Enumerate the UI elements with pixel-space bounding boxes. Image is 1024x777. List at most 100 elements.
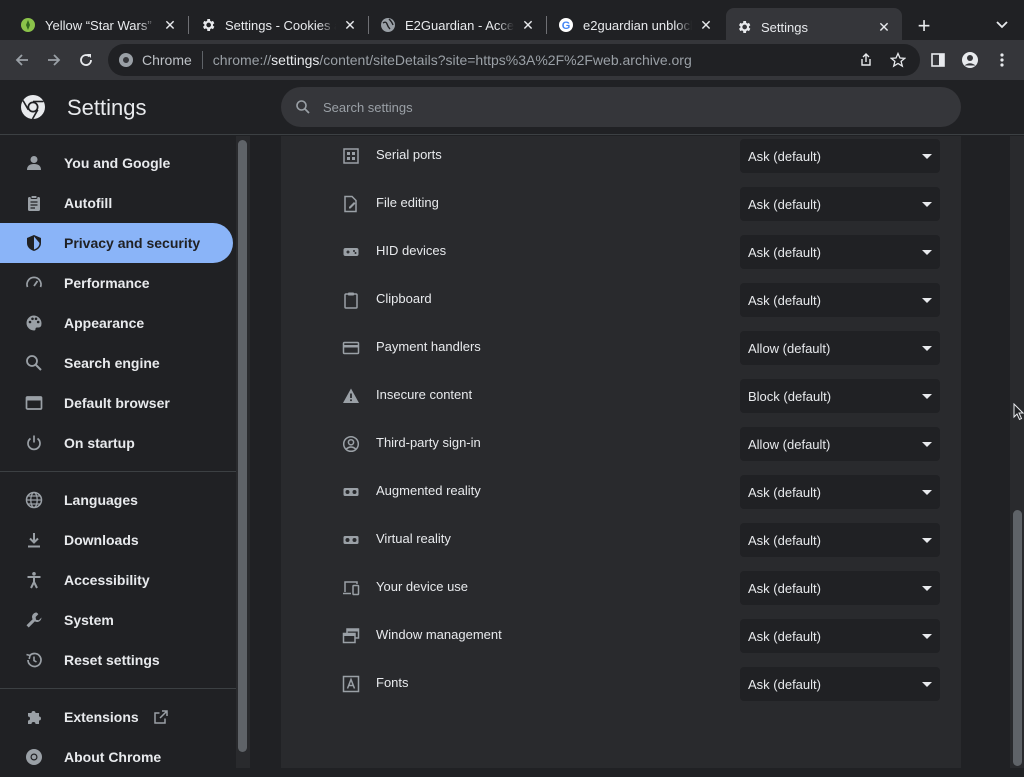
permission-value: Ask (default) [748,484,821,500]
mouse-cursor-icon [1013,403,1024,421]
sidebar-item-label: Search engine [64,355,160,371]
payment-handlers-select[interactable]: Allow (default) [740,331,940,365]
svg-text:G: G [562,20,571,32]
sidebar-item-label: Downloads [64,532,139,548]
sidebar-item-performance[interactable]: Performance [0,263,233,303]
sidebar-item-system[interactable]: System [0,600,233,640]
permission-label: Window management [376,627,502,642]
third-party-sign-in-select[interactable]: Allow (default) [740,427,940,461]
sidebar-scrollbar-thumb[interactable] [238,140,247,752]
caret-down-icon [922,394,932,399]
permission-row-your-device-use: Your device use Ask (default) [281,564,961,612]
gear-icon [200,17,216,33]
sidebar-item-about-chrome[interactable]: About Chrome [0,737,233,777]
vr-headset-icon [341,530,361,550]
main-scrollbar-thumb[interactable] [1013,510,1022,766]
serial-ports-select[interactable]: Ask (default) [740,139,940,173]
browser-icon [24,393,44,413]
sidebar-item-default-browser[interactable]: Default browser [0,383,233,423]
more-vert-icon[interactable] [990,48,1014,72]
file-editing-select[interactable]: Ask (default) [740,187,940,221]
share-icon[interactable] [856,50,876,70]
caret-down-icon [922,154,932,159]
caret-down-icon [922,442,932,447]
permission-label: Clipboard [376,291,432,306]
search-input[interactable] [323,99,883,115]
tab-e2guardian-unblock[interactable]: G e2guardian unblock ✕ [548,8,724,42]
window-management-select[interactable]: Ask (default) [740,619,940,653]
virtual-reality-select[interactable]: Ask (default) [740,523,940,557]
site-chip-label: Chrome [142,52,192,68]
close-icon[interactable]: ✕ [876,19,892,35]
settings-search-box[interactable] [281,87,961,127]
sidebar-item-label: You and Google [64,155,171,171]
sidebar-item-on-startup[interactable]: On startup [0,423,233,463]
your-device-use-select[interactable]: Ask (default) [740,571,940,605]
permission-label: Third-party sign-in [376,435,481,450]
back-arrow-icon[interactable] [10,48,34,72]
sidebar-item-label: Autofill [64,195,113,211]
shield-icon [24,233,44,253]
fonts-select[interactable]: Ask (default) [740,667,940,701]
permission-value: Ask (default) [748,244,821,260]
permission-label: Serial ports [376,147,442,162]
sidebar-item-reset-settings[interactable]: Reset settings [0,640,233,680]
sidebar-item-label: Reset settings [64,652,160,668]
sidebar-item-downloads[interactable]: Downloads [0,520,233,560]
sidebar-item-label: Languages [64,492,138,508]
sidebar-item-autofill[interactable]: Autofill [0,183,233,223]
sidebar-item-languages[interactable]: Languages [0,480,233,520]
hid-devices-select[interactable]: Ask (default) [740,235,940,269]
close-icon[interactable]: ✕ [162,17,178,33]
person-icon [24,153,44,173]
permission-row-third-party-sign-in: Third-party sign-in Allow (default) [281,420,961,468]
insecure-content-select[interactable]: Block (default) [740,379,940,413]
profile-icon[interactable] [958,48,982,72]
sidebar-item-search-engine[interactable]: Search engine [0,343,233,383]
side-panel-icon[interactable] [926,48,950,72]
tab-settings-cookies[interactable]: Settings - Cookies a ✕ [190,8,368,42]
sidebar-item-extensions[interactable]: Extensions [0,697,233,737]
clipboard-select[interactable]: Ask (default) [740,283,940,317]
chrome-icon [119,53,133,67]
sidebar-item-you-and-google[interactable]: You and Google [0,143,233,183]
chevron-down-icon[interactable] [992,14,1012,34]
wrench-icon [24,610,44,630]
reload-icon[interactable] [74,48,98,72]
sidebar-item-label: On startup [64,435,135,451]
close-icon[interactable]: ✕ [520,17,536,33]
close-icon[interactable]: ✕ [342,17,358,33]
permission-row-clipboard: Clipboard Ask (default) [281,276,961,324]
new-tab-button[interactable]: + [912,13,936,38]
permission-label: Augmented reality [376,483,481,498]
url-prefix: chrome:// [212,52,272,68]
search-icon [24,353,44,373]
gamepad-icon [341,242,361,262]
permission-value: Ask (default) [748,292,821,308]
close-icon[interactable]: ✕ [698,17,714,33]
chrome-icon [24,747,44,767]
sidebar-item-privacy-and-security[interactable]: Privacy and security [0,223,233,263]
caret-down-icon [922,634,932,639]
address-bar[interactable]: Chrome chrome://settings/content/siteDet… [108,44,920,76]
search-icon [296,100,310,114]
permission-label: Insecure content [376,387,473,402]
sidebar-item-label: Performance [64,275,150,291]
sidebar-item-appearance[interactable]: Appearance [0,303,233,343]
sidebar-item-label: Extensions [64,709,139,725]
globe-icon [24,490,44,510]
devices-icon [341,578,361,598]
tab-e2guardian-access[interactable]: E2Guardian - Access ✕ [370,8,546,42]
google-icon: G [558,17,574,33]
star-icon[interactable] [888,50,908,70]
window-icon [341,626,361,646]
sidebar: You and Google Autofill Privacy and secu… [0,136,236,768]
settings-header: Settings [0,80,1024,135]
augmented-reality-select[interactable]: Ask (default) [740,475,940,509]
caret-down-icon [922,298,932,303]
sidebar-item-accessibility[interactable]: Accessibility [0,560,233,600]
sidebar-item-label: About Chrome [64,749,162,765]
site-info-chip[interactable]: Chrome [118,52,192,68]
forward-arrow-icon[interactable] [42,48,66,72]
tab-yellow-star-wars[interactable]: Yellow “Star Wars” C ✕ [10,8,188,42]
